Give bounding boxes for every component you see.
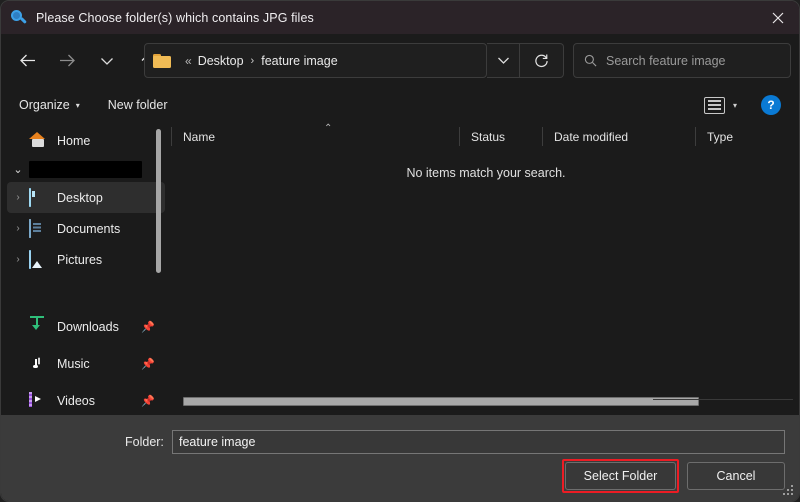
search-placeholder: Search feature image <box>606 53 726 68</box>
breadcrumb-dropdown-icon[interactable] <box>487 43 520 78</box>
documents-icon <box>29 219 49 238</box>
column-header-date-modified[interactable]: Date modified <box>542 122 695 151</box>
sidebar-item-user-redacted[interactable]: ⌄ <box>7 156 165 182</box>
chevron-down-icon: ▾ <box>732 100 737 110</box>
sidebar-item-label: Documents <box>57 221 121 236</box>
forward-icon[interactable] <box>51 45 83 77</box>
sidebar-item-label: Pictures <box>57 252 103 267</box>
search-input[interactable]: Search feature image <box>573 43 791 78</box>
sidebar-item-label: Videos <box>57 393 95 408</box>
help-button[interactable]: ? <box>761 95 781 115</box>
videos-icon <box>29 392 49 409</box>
refresh-icon[interactable] <box>520 43 564 78</box>
sidebar-item-pictures[interactable]: › Pictures <box>7 244 165 275</box>
sidebar-item-downloads[interactable]: Downloads 📌 <box>7 311 165 342</box>
column-headers: Name ⌃ Status Date modified Type <box>171 122 799 151</box>
sidebar-item-label: Desktop <box>57 190 103 205</box>
sidebar-item-music[interactable]: Music 📌 <box>7 348 165 379</box>
chevron-right-icon[interactable]: › <box>7 223 29 234</box>
list-view-icon <box>703 96 725 114</box>
window-title: Please Choose folder(s) which contains J… <box>36 10 314 25</box>
organize-button[interactable]: Organize ▾ <box>11 92 88 118</box>
downloads-icon <box>29 316 49 335</box>
new-folder-label: New folder <box>107 98 168 112</box>
navigation-sidebar: Home ⌄ › Desktop › Documents › Pictures <box>1 122 171 416</box>
sidebar-item-desktop[interactable]: › Desktop <box>7 182 165 213</box>
folder-field-label: Folder: <box>125 435 164 449</box>
resize-grip[interactable] <box>783 485 794 496</box>
sort-ascending-icon: ⌃ <box>324 123 333 134</box>
file-list-pane: Name ⌃ Status Date modified Type No item… <box>171 122 799 416</box>
cancel-button[interactable]: Cancel <box>687 462 785 490</box>
folder-input[interactable] <box>172 430 785 454</box>
pin-icon[interactable]: 📌 <box>141 394 155 407</box>
home-icon <box>29 132 49 149</box>
command-bar: Organize ▾ New folder <box>1 89 799 121</box>
pin-icon[interactable]: 📌 <box>141 357 155 370</box>
column-header-status[interactable]: Status <box>459 122 542 151</box>
chevron-right-icon: › <box>250 54 255 67</box>
sidebar-item-videos[interactable]: Videos 📌 <box>7 385 165 416</box>
chevron-right-icon[interactable]: › <box>7 254 29 265</box>
redacted-label <box>29 160 142 178</box>
list-bottom-divider <box>653 399 793 400</box>
search-icon <box>584 54 597 67</box>
sidebar-item-label: Music <box>57 356 90 371</box>
breadcrumb-item-desktop[interactable]: Desktop <box>198 54 244 68</box>
chevron-down-icon: ▾ <box>75 100 80 110</box>
close-icon[interactable] <box>755 1 799 34</box>
sidebar-item-label: Home <box>57 133 91 148</box>
breadcrumb-overflow[interactable]: « <box>185 54 192 68</box>
sidebar-scrollbar-thumb[interactable] <box>156 129 161 273</box>
sidebar-item-documents[interactable]: › Documents <box>7 213 165 244</box>
folder-icon <box>153 53 171 68</box>
dialog-footer <box>1 415 799 501</box>
column-header-type[interactable]: Type <box>695 122 799 151</box>
organize-label: Organize <box>19 98 70 112</box>
pin-icon[interactable]: 📌 <box>141 320 155 333</box>
select-folder-button[interactable]: Select Folder <box>565 462 676 490</box>
chevron-right-icon[interactable]: › <box>7 192 29 203</box>
pictures-icon <box>29 250 49 269</box>
search-icon <box>11 9 27 26</box>
recent-locations-icon[interactable] <box>91 45 123 77</box>
new-folder-button[interactable]: New folder <box>100 92 176 118</box>
back-icon[interactable] <box>11 45 43 77</box>
chevron-down-icon[interactable]: ⌄ <box>7 163 29 176</box>
breadcrumb[interactable]: « Desktop › feature image <box>144 43 487 78</box>
horizontal-scrollbar-thumb[interactable] <box>183 397 699 406</box>
folder-picker-dialog: Please Choose folder(s) which contains J… <box>0 0 800 502</box>
empty-state-message: No items match your search. <box>406 166 566 180</box>
title-bar: Please Choose folder(s) which contains J… <box>1 1 799 34</box>
column-header-name[interactable]: Name <box>171 122 459 151</box>
desktop-icon <box>29 188 49 207</box>
sidebar-item-label: Downloads <box>57 319 119 334</box>
breadcrumb-item-feature-image[interactable]: feature image <box>261 54 337 68</box>
music-icon <box>29 355 49 372</box>
view-options-button[interactable]: ▾ <box>703 93 737 117</box>
sidebar-item-home[interactable]: Home <box>7 125 165 156</box>
